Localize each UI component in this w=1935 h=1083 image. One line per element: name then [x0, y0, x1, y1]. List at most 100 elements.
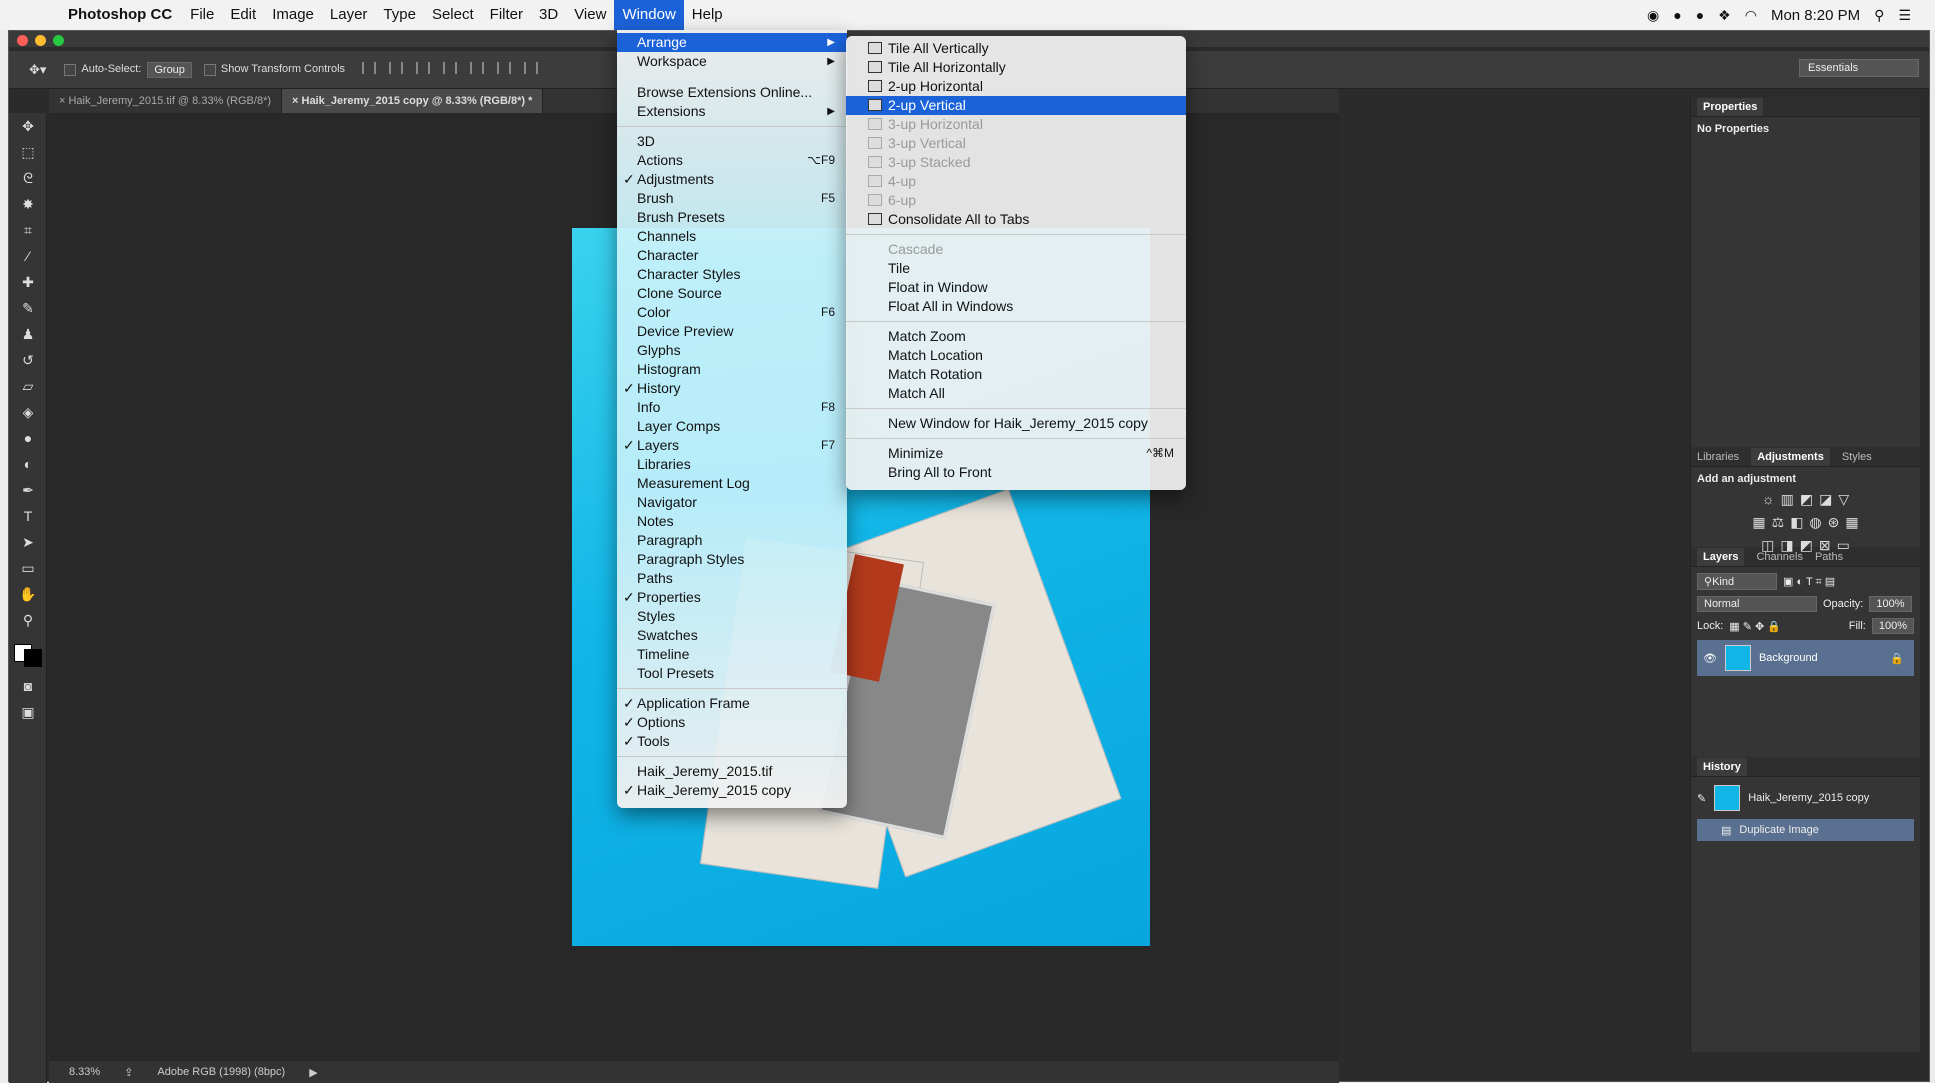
menu-item-device-preview[interactable]: Device Preview — [617, 322, 847, 341]
stamp-tool-icon[interactable]: ♟ — [9, 321, 47, 347]
menu-item-timeline[interactable]: Timeline — [617, 645, 847, 664]
tab-history[interactable]: History — [1697, 757, 1747, 776]
menu-item-tile[interactable]: Tile — [846, 259, 1186, 278]
magic-wand-tool-icon[interactable]: ✸ — [9, 191, 47, 217]
menu-item-swatches[interactable]: Swatches — [617, 626, 847, 645]
menu-item-glyphs[interactable]: Glyphs — [617, 341, 847, 360]
paint-bucket-tool-icon[interactable]: ◈ — [9, 399, 47, 425]
tab-adjustments[interactable]: Adjustments — [1751, 447, 1830, 466]
filter-icons[interactable]: ▣ ◐ T ⌗ ▤ — [1783, 575, 1835, 589]
pen-tool-icon[interactable]: ✒ — [9, 477, 47, 503]
menu-item-3d[interactable]: 3D — [617, 132, 847, 151]
menu-item-libraries[interactable]: Libraries — [617, 455, 847, 474]
menu-item-match-all[interactable]: Match All — [846, 384, 1186, 403]
quick-mask-icon[interactable]: ◙ — [9, 673, 47, 699]
tab-libraries[interactable]: Libraries — [1697, 451, 1739, 463]
photo-filter-icon[interactable]: ◍ — [1809, 514, 1821, 531]
opacity-input[interactable]: 100% — [1869, 596, 1912, 612]
clock[interactable]: Mon 8:20 PM — [1771, 7, 1860, 24]
tab-layers[interactable]: Layers — [1697, 547, 1745, 566]
color-lookup-icon[interactable]: ▦ — [1845, 514, 1858, 531]
menu-item-character[interactable]: Character — [617, 246, 847, 265]
wifi-icon[interactable]: ◠ — [1745, 7, 1757, 24]
menu-item-channels[interactable]: Channels — [617, 227, 847, 246]
align-left-icon[interactable] — [443, 62, 458, 74]
tab-document-1[interactable]: × Haik_Jeremy_2015.tif @ 8.33% (RGB/8*) — [49, 89, 283, 113]
menu-item-new-window-for-haik-jeremy-2015-copy[interactable]: New Window for Haik_Jeremy_2015 copy — [846, 414, 1186, 433]
menu-item-properties[interactable]: ✓ Properties — [617, 588, 847, 607]
menu-item-history[interactable]: ✓ History — [617, 379, 847, 398]
black-white-icon[interactable]: ◧ — [1790, 514, 1803, 531]
tab-close-icon[interactable]: × — [292, 95, 301, 107]
menu-view[interactable]: View — [566, 0, 614, 30]
eraser-tool-icon[interactable]: ▱ — [9, 373, 47, 399]
align-vcenter-icon[interactable] — [389, 62, 404, 74]
sync-icon[interactable]: ● — [1673, 7, 1681, 23]
lock-icons[interactable]: ▦ ✎ ✥ 🔒 — [1729, 620, 1781, 633]
zoom-icon[interactable] — [53, 35, 64, 46]
close-icon[interactable] — [17, 35, 28, 46]
menu-item-paragraph[interactable]: Paragraph — [617, 531, 847, 550]
menu-help[interactable]: Help — [684, 0, 731, 30]
tab-paths[interactable]: Paths — [1815, 551, 1843, 563]
menu-window[interactable]: Window — [614, 0, 684, 30]
menu-item-color[interactable]: Color F6 — [617, 303, 847, 322]
healing-brush-tool-icon[interactable]: ✚ — [9, 269, 47, 295]
menu-item-adjustments[interactable]: ✓ Adjustments — [617, 170, 847, 189]
menu-item-histogram[interactable]: Histogram — [617, 360, 847, 379]
zoom-level[interactable]: 8.33% — [69, 1066, 100, 1078]
exposure-icon[interactable]: ◪ — [1819, 491, 1832, 508]
channel-mixer-icon[interactable]: ⊛ — [1828, 514, 1840, 531]
menu-item-brush-presets[interactable]: Brush Presets — [617, 208, 847, 227]
menu-item-match-rotation[interactable]: Match Rotation — [846, 365, 1186, 384]
menu-item-layers[interactable]: ✓ Layers F7 — [617, 436, 847, 455]
history-state[interactable]: ▤ Duplicate Image — [1697, 819, 1914, 841]
menu-item-clone-source[interactable]: Clone Source — [617, 284, 847, 303]
lasso-tool-icon[interactable]: ᘓ — [9, 165, 47, 191]
menu-item-2-up-vertical[interactable]: 2-up Vertical — [846, 96, 1186, 115]
notification-center-icon[interactable]: ☰ — [1898, 7, 1911, 24]
blend-mode-select[interactable]: Normal — [1697, 596, 1817, 612]
zoom-tool-icon[interactable]: ⚲ — [9, 607, 47, 633]
curves-icon[interactable]: ◩ — [1800, 491, 1813, 508]
menu-item-2-up-horizontal[interactable]: 2-up Horizontal — [846, 77, 1186, 96]
menu-item-arrange[interactable]: Arrange ▶ — [617, 33, 847, 52]
spotlight-icon[interactable]: ⚲ — [1874, 7, 1884, 24]
brush-tool-icon[interactable]: ✎ — [9, 295, 47, 321]
menu-app[interactable]: Photoshop CC — [60, 0, 182, 30]
menu-select[interactable]: Select — [424, 0, 482, 30]
share-icon[interactable]: ⇪ — [124, 1066, 133, 1079]
menu-item-tile-all-horizontally[interactable]: Tile All Horizontally — [846, 58, 1186, 77]
align-bottom-icon[interactable] — [416, 62, 431, 74]
align-hcenter-icon[interactable] — [470, 62, 485, 74]
menu-item-bring-all-to-front[interactable]: Bring All to Front — [846, 463, 1186, 482]
menu-item-actions[interactable]: Actions ⌥F9 — [617, 151, 847, 170]
fill-input[interactable]: 100% — [1871, 618, 1914, 634]
screen-mode-icon[interactable]: ▣ — [9, 699, 47, 725]
dodge-tool-icon[interactable]: ◐ — [9, 451, 47, 477]
menu-item-paragraph-styles[interactable]: Paragraph Styles — [617, 550, 847, 569]
menu-layer[interactable]: Layer — [322, 0, 376, 30]
tab-document-2[interactable]: × Haik_Jeremy_2015 copy @ 8.33% (RGB/8*)… — [282, 89, 544, 113]
menu-edit[interactable]: Edit — [222, 0, 264, 30]
history-brush-tool-icon[interactable]: ↺ — [9, 347, 47, 373]
tab-properties[interactable]: Properties — [1697, 97, 1764, 116]
menu-item-float-in-window[interactable]: Float in Window — [846, 278, 1186, 297]
menu-item-extensions[interactable]: Extensions ▶ — [617, 102, 847, 121]
menu-3d[interactable]: 3D — [531, 0, 566, 30]
auto-select-dropdown[interactable]: Group — [147, 61, 192, 78]
menu-type[interactable]: Type — [375, 0, 424, 30]
menu-item-application-frame[interactable]: ✓ Application Frame — [617, 694, 847, 713]
history-snapshot[interactable]: ✎ Haik_Jeremy_2015 copy — [1697, 783, 1914, 813]
menu-item-notes[interactable]: Notes — [617, 512, 847, 531]
marquee-tool-icon[interactable]: ⬚ — [9, 139, 47, 165]
menu-file[interactable]: File — [182, 0, 222, 30]
menu-item-paths[interactable]: Paths — [617, 569, 847, 588]
menu-item-tools[interactable]: ✓ Tools — [617, 732, 847, 751]
menu-item-float-all-in-windows[interactable]: Float All in Windows — [846, 297, 1186, 316]
menu-filter[interactable]: Filter — [482, 0, 531, 30]
menu-item-consolidate-all-to-tabs[interactable]: Consolidate All to Tabs — [846, 210, 1186, 229]
eyedropper-tool-icon[interactable]: ⁄ — [9, 243, 47, 269]
move-tool-icon[interactable]: ✥ — [9, 113, 47, 139]
vibrance-icon[interactable]: ▽ — [1838, 491, 1849, 508]
